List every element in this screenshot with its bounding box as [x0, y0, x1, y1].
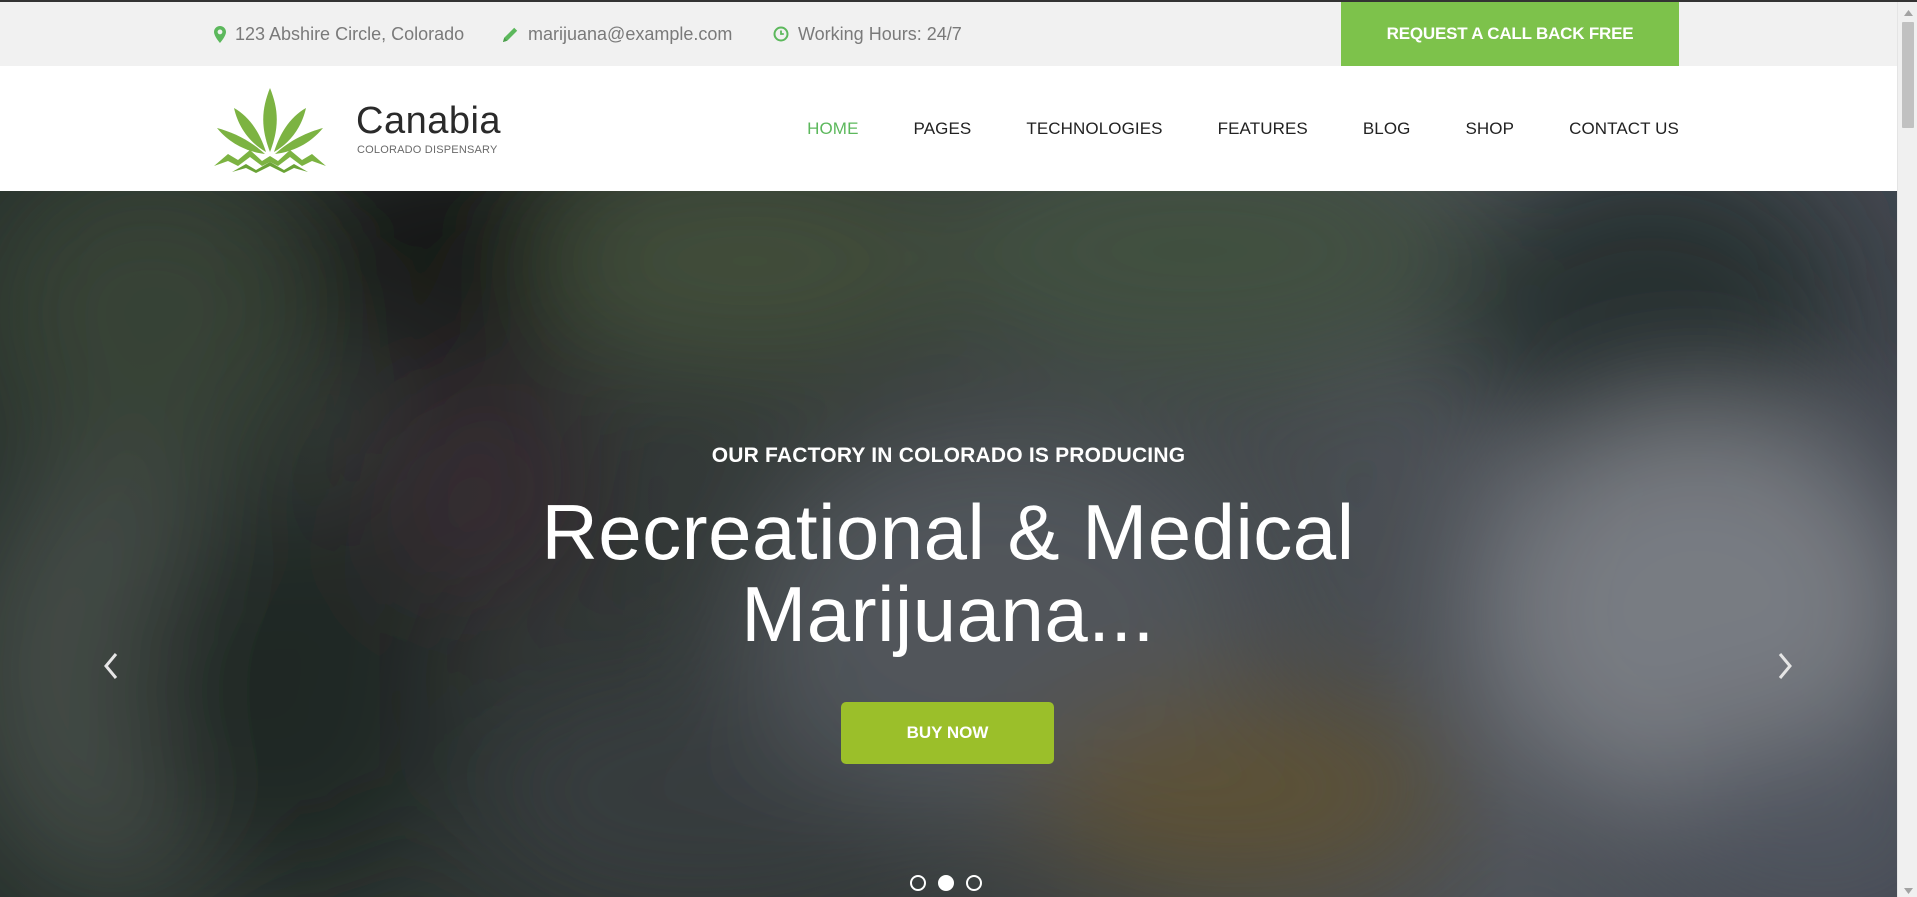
top-info-bar: 123 Abshire Circle, Colorado marijuana@e…: [0, 2, 1897, 66]
slider-dot-1[interactable]: [910, 875, 926, 891]
slider-dot-3[interactable]: [966, 875, 982, 891]
scroll-down-arrow[interactable]: [1898, 882, 1917, 897]
nav-item-contact[interactable]: CONTACT US: [1569, 119, 1679, 139]
email-text[interactable]: marijuana@example.com: [528, 24, 732, 45]
brand-name[interactable]: Canabia: [356, 100, 501, 143]
nav-item-shop[interactable]: SHOP: [1465, 119, 1514, 139]
scrollbar-thumb[interactable]: [1902, 22, 1914, 128]
chevron-right-icon: [1778, 653, 1792, 679]
hero-title: Recreational & Medical Marijuana...: [541, 488, 1355, 658]
vertical-scrollbar[interactable]: [1897, 2, 1917, 897]
address-info: 123 Abshire Circle, Colorado: [214, 2, 464, 66]
cannabis-leaf-icon[interactable]: [214, 86, 326, 174]
page: 123 Abshire Circle, Colorado marijuana@e…: [0, 0, 1917, 897]
slider-dot-2[interactable]: [938, 875, 954, 891]
chevron-left-icon: [104, 653, 118, 679]
pencil-icon: [503, 27, 518, 42]
request-callback-button[interactable]: REQUEST A CALL BACK FREE: [1341, 2, 1679, 66]
nav-item-pages[interactable]: PAGES: [914, 119, 972, 139]
slider-pagination: [910, 875, 982, 891]
triangle-up-icon: [1903, 9, 1913, 16]
map-pin-icon: [214, 25, 226, 43]
brand-tagline: COLORADO DISPENSARY: [357, 144, 498, 156]
clock-icon: [773, 26, 789, 42]
triangle-down-icon: [1903, 887, 1913, 894]
hours-text: Working Hours: 24/7: [798, 23, 962, 44]
hours-info: Working Hours: 24/7: [773, 2, 962, 66]
nav-item-technologies[interactable]: TECHNOLOGIES: [1026, 119, 1162, 139]
address-text: 123 Abshire Circle, Colorado: [235, 23, 465, 44]
nav-item-features[interactable]: FEATURES: [1218, 119, 1308, 139]
hero-subtitle: OUR FACTORY IN COLORADO IS PRODUCING: [711, 444, 1186, 467]
site-header: Canabia COLORADO DISPENSARY HOME PAGES T…: [0, 66, 1897, 191]
scroll-up-arrow[interactable]: [1898, 4, 1917, 21]
viewport: 123 Abshire Circle, Colorado marijuana@e…: [0, 2, 1897, 897]
slider-prev-button[interactable]: [96, 646, 126, 686]
slider-next-button[interactable]: [1770, 646, 1800, 686]
nav-item-blog[interactable]: BLOG: [1363, 119, 1411, 139]
hero-slider: OUR FACTORY IN COLORADO IS PRODUCING Rec…: [0, 191, 1897, 897]
email-info[interactable]: marijuana@example.com: [502, 2, 732, 66]
nav-item-home[interactable]: HOME: [807, 119, 858, 139]
main-nav: HOME PAGES TECHNOLOGIES FEATURES BLOG SH…: [752, 66, 1679, 191]
buy-now-button[interactable]: BUY NOW: [841, 702, 1054, 764]
